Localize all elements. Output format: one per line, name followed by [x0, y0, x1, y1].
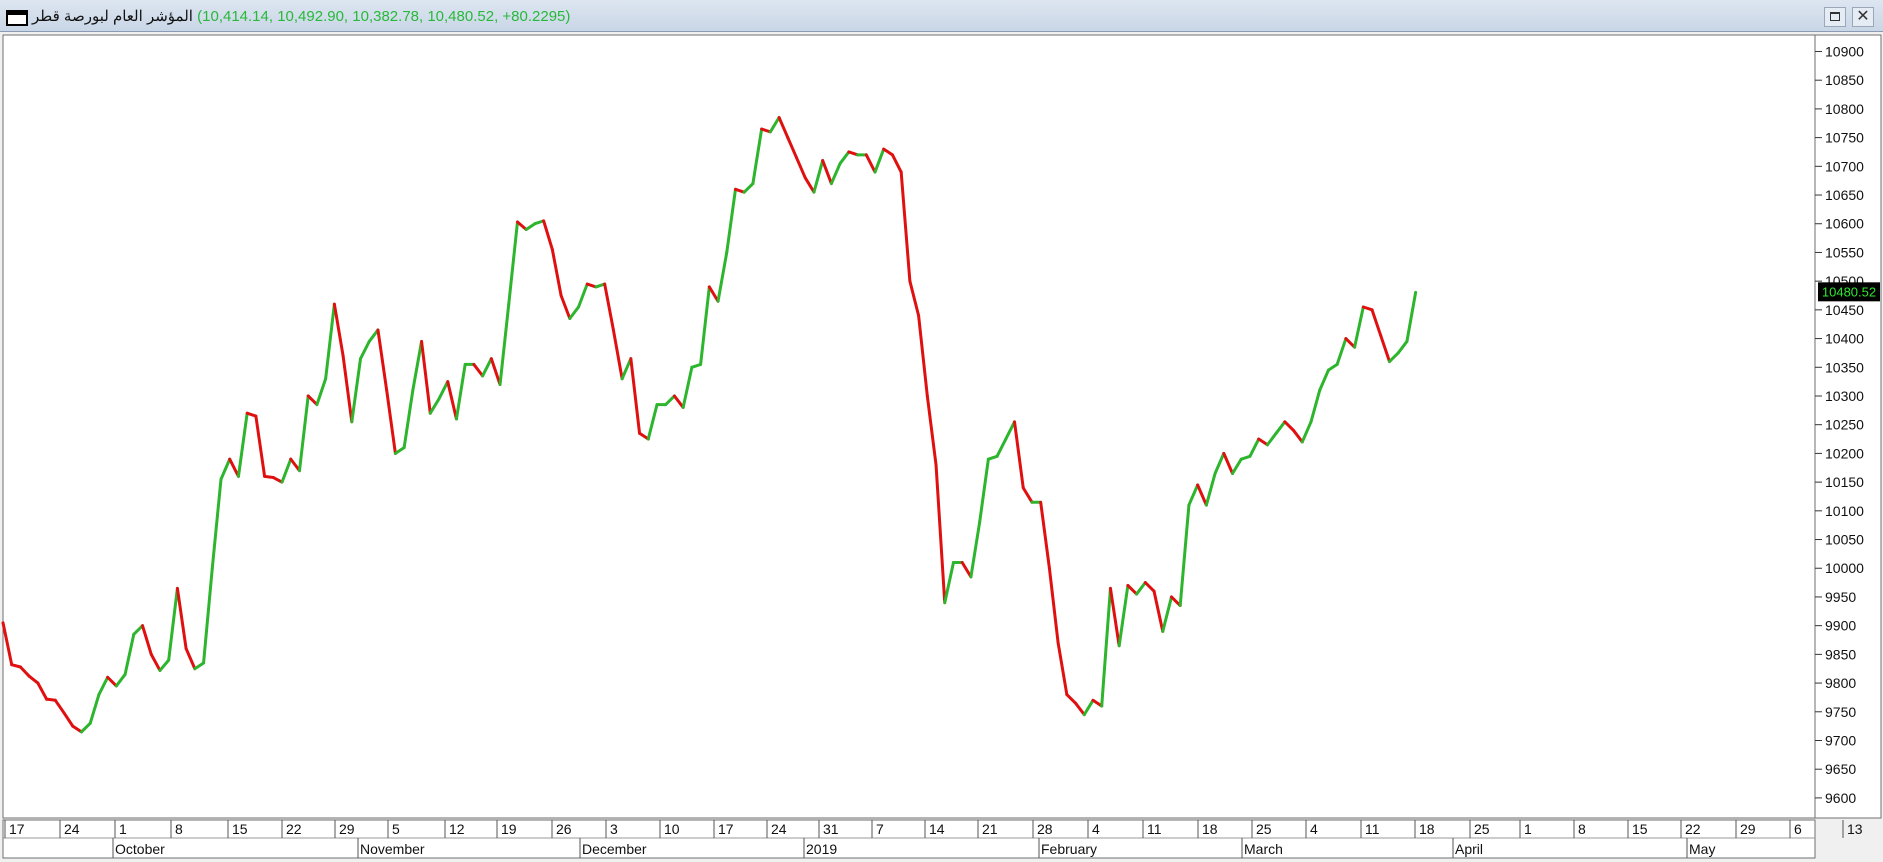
- x-axis-panel: [2, 819, 1816, 859]
- y-tick-label: 9700: [1825, 732, 1856, 748]
- y-tick-label: 10350: [1825, 359, 1864, 375]
- x-day-label: 29: [1740, 821, 1756, 837]
- x-day-label: 17: [718, 821, 734, 837]
- x-day-label: 8: [1578, 821, 1586, 837]
- x-month-label: March: [1244, 841, 1283, 857]
- x-day-label: 22: [286, 821, 302, 837]
- x-day-label: 24: [64, 821, 80, 837]
- x-month-label: May: [1689, 841, 1715, 857]
- x-day-label: 29: [339, 821, 355, 837]
- index-name: المؤشر العام لبورصة قطر: [32, 8, 193, 25]
- x-month-label: November: [360, 841, 425, 857]
- y-tick-label: 9900: [1825, 618, 1856, 634]
- x-day-label: 21: [982, 821, 998, 837]
- x-month-label: 2019: [806, 841, 837, 857]
- y-tick-label: 9650: [1825, 761, 1856, 777]
- window-title-bar: المؤشر العام لبورصة قطر (10,414.14, 10,4…: [0, 0, 1883, 32]
- x-day-label: 25: [1474, 821, 1490, 837]
- y-tick-label: 10600: [1825, 216, 1864, 232]
- window-title: المؤشر العام لبورصة قطر (10,414.14, 10,4…: [32, 7, 570, 25]
- y-tick-label: 10700: [1825, 158, 1864, 174]
- maximize-icon: [1830, 12, 1840, 21]
- x-day-label: 3: [610, 821, 618, 837]
- y-tick-label: 10200: [1825, 445, 1864, 461]
- x-day-label: 17: [9, 821, 25, 837]
- y-tick-label: 9950: [1825, 589, 1856, 605]
- window-icon[interactable]: [6, 10, 28, 26]
- maximize-button[interactable]: [1824, 7, 1846, 27]
- plot-area: [2, 34, 1816, 819]
- x-month-label: April: [1455, 841, 1483, 857]
- x-day-label: 24: [771, 821, 787, 837]
- x-day-label: 8: [175, 821, 183, 837]
- price-chart: 9600 9650 9700 9750 9800 9850 9900 9950 10000 100…: [0, 32, 1883, 862]
- x-month-label: October: [115, 841, 165, 857]
- x-day-label: 12: [449, 821, 465, 837]
- x-day-label: 1: [119, 821, 127, 837]
- x-day-label: 4: [1092, 821, 1100, 837]
- x-month-label: February: [1041, 841, 1097, 857]
- x-day-label: 4: [1310, 821, 1318, 837]
- y-tick-label: 9800: [1825, 675, 1856, 691]
- close-button[interactable]: ✕: [1852, 7, 1874, 27]
- x-day-label: 31: [823, 821, 839, 837]
- x-day-label: 10: [664, 821, 680, 837]
- y-tick-label: 10250: [1825, 417, 1864, 433]
- y-tick-label: 10000: [1825, 560, 1864, 576]
- y-tick-label: 10850: [1825, 72, 1864, 88]
- x-day-label: 19: [501, 821, 517, 837]
- y-tick-label: 9850: [1825, 646, 1856, 662]
- x-day-label: 6: [1794, 821, 1802, 837]
- y-tick-label: 10450: [1825, 302, 1864, 318]
- y-tick-label: 10050: [1825, 532, 1864, 548]
- y-tick-label: 10650: [1825, 187, 1864, 203]
- y-tick-label: 10550: [1825, 244, 1864, 260]
- x-day-label: 28: [1037, 821, 1053, 837]
- y-tick-label: 10750: [1825, 130, 1864, 146]
- x-day-label: 18: [1202, 821, 1218, 837]
- y-tick-label: 9750: [1825, 704, 1856, 720]
- y-tick-label: 10100: [1825, 503, 1864, 519]
- x-day-label: 11: [1147, 821, 1162, 837]
- x-day-label: 15: [232, 821, 248, 837]
- x-day-label: 25: [1256, 821, 1272, 837]
- last-price-marker: 10480.52: [1818, 282, 1880, 302]
- x-day-label: 7: [876, 821, 884, 837]
- last-price-label: 10480.52: [1822, 284, 1876, 299]
- x-day-label: 15: [1632, 821, 1648, 837]
- x-day-label: 14: [929, 821, 945, 837]
- y-tick-label: 10400: [1825, 331, 1864, 347]
- x-day-label: 13: [1847, 821, 1863, 837]
- x-month-label: December: [582, 841, 647, 857]
- x-day-label: 1: [1524, 821, 1532, 837]
- x-day-label: 26: [556, 821, 572, 837]
- x-day-label: 18: [1419, 821, 1435, 837]
- y-tick-label: 10900: [1825, 43, 1864, 59]
- x-day-label: 11: [1365, 821, 1380, 837]
- x-day-label: 22: [1685, 821, 1701, 837]
- x-day-label: 5: [392, 821, 400, 837]
- y-tick-label: 9600: [1825, 790, 1856, 806]
- close-icon: ✕: [1856, 8, 1870, 25]
- y-tick-label: 10300: [1825, 388, 1864, 404]
- y-tick-label: 10150: [1825, 474, 1864, 490]
- ohlc-values: (10,414.14, 10,492.90, 10,382.78, 10,480…: [197, 8, 571, 25]
- y-tick-label: 10800: [1825, 101, 1864, 117]
